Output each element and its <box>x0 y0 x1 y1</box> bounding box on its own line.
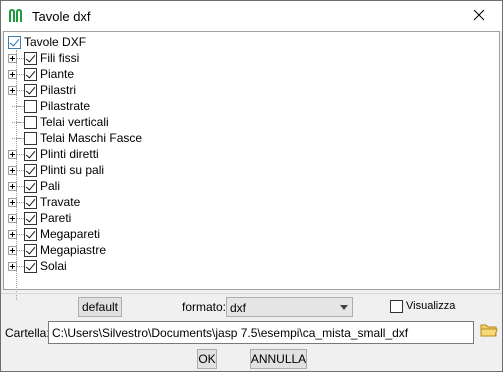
tree-connector <box>17 89 24 91</box>
tree-item-label: Pilastri <box>40 83 77 97</box>
expand-plus-icon[interactable] <box>8 53 17 63</box>
tree-item[interactable]: Fili fissi <box>8 50 79 66</box>
browse-folder-button[interactable] <box>478 321 500 343</box>
tree-item[interactable]: Pilastrate <box>8 98 90 114</box>
tree-item-checkbox[interactable] <box>24 179 37 193</box>
separator <box>1 293 502 294</box>
tree-connector <box>17 73 24 75</box>
tree-item-checkbox[interactable] <box>24 99 37 113</box>
cartella-path-input[interactable] <box>48 321 474 344</box>
tree-connector <box>17 153 24 155</box>
tree-leaf-connector <box>8 118 21 127</box>
default-button[interactable]: default <box>78 297 122 317</box>
tree-root-checkbox[interactable] <box>8 35 21 49</box>
title-bar: Tavole dxf <box>1 1 502 31</box>
tree-item-checkbox[interactable] <box>24 211 37 225</box>
expand-plus-icon[interactable] <box>8 261 17 271</box>
expand-plus-icon[interactable] <box>8 85 17 95</box>
tree-item-label: Solai <box>40 259 67 273</box>
tree-item-checkbox[interactable] <box>24 51 37 65</box>
tree-item-label: Piante <box>40 67 75 81</box>
tree-item[interactable]: Plinti diretti <box>8 146 99 162</box>
tree-item-checkbox[interactable] <box>24 227 37 241</box>
tree-item-label: Travate <box>40 195 81 209</box>
close-icon <box>473 9 485 24</box>
expand-plus-icon[interactable] <box>8 245 17 255</box>
tree-connector <box>17 233 24 235</box>
tree-item-label: Fili fissi <box>40 51 80 65</box>
annulla-button[interactable]: ANNULLA <box>250 349 307 369</box>
app-logo-icon <box>9 8 25 23</box>
tree-item-label: Pali <box>40 179 61 193</box>
tree-item-checkbox[interactable] <box>24 83 37 97</box>
expand-plus-icon[interactable] <box>8 197 17 207</box>
tree-item-label: Megapiastre <box>40 243 107 257</box>
format-label: formato: <box>182 300 227 314</box>
tree-connector <box>17 217 24 219</box>
tree-root[interactable]: Tavole DXF <box>8 34 86 50</box>
tree-item[interactable]: Travate <box>8 194 80 210</box>
dialog-window: Tavole dxf Tavole DXF Fili fissi Piante Pi… <box>0 0 503 372</box>
tree-item-checkbox[interactable] <box>24 243 37 257</box>
tree-item[interactable]: Piante <box>8 66 74 82</box>
tree-item-label: Pareti <box>40 211 72 225</box>
tree-item-checkbox[interactable] <box>24 67 37 81</box>
tree-root-label: Tavole DXF <box>24 35 87 49</box>
tree-item-checkbox[interactable] <box>24 163 37 177</box>
folder-icon <box>480 323 498 341</box>
tree-connector <box>17 265 24 267</box>
tree-item-checkbox[interactable] <box>24 131 37 145</box>
expand-plus-icon[interactable] <box>8 181 17 191</box>
tree-item[interactable]: Telai verticali <box>8 114 109 130</box>
tree-item[interactable]: Pali <box>8 178 60 194</box>
expand-plus-icon[interactable] <box>8 165 17 175</box>
tree-item-label: Pilastrate <box>40 99 91 113</box>
window-title: Tavole dxf <box>32 9 91 24</box>
tree-connector <box>17 185 24 187</box>
format-select-value: dxf <box>230 301 247 315</box>
tree-item[interactable]: Plinti su pali <box>8 162 104 178</box>
tree-item[interactable]: Megapiastre <box>8 242 106 258</box>
tree-item-label: Plinti su pali <box>40 163 105 177</box>
tree-item-checkbox[interactable] <box>24 259 37 273</box>
expand-plus-icon[interactable] <box>8 149 17 159</box>
tree-item-checkbox[interactable] <box>24 147 37 161</box>
tree-connector <box>17 249 24 251</box>
tree-item[interactable]: Pilastri <box>8 82 76 98</box>
chevron-down-icon[interactable] <box>335 298 352 316</box>
tree-connector <box>17 169 24 171</box>
tree-leaf-connector <box>8 102 21 111</box>
tree-item[interactable]: Megapareti <box>8 226 100 242</box>
expand-plus-icon[interactable] <box>8 213 17 223</box>
tree-item-checkbox[interactable] <box>24 195 37 209</box>
cartella-label: Cartella: <box>5 326 50 340</box>
tree-item[interactable]: Solai <box>8 258 67 274</box>
tree-item-label: Telai Maschi Fasce <box>40 131 143 145</box>
tree-leaf-connector <box>8 134 21 143</box>
tree-item[interactable]: Pareti <box>8 210 71 226</box>
expand-plus-icon[interactable] <box>8 69 17 79</box>
tree-item[interactable]: Telai Maschi Fasce <box>8 130 142 146</box>
visualizza-checkbox[interactable] <box>390 300 403 313</box>
tree-item-label: Telai verticali <box>40 115 109 129</box>
close-button[interactable] <box>456 1 502 31</box>
tree-connector <box>17 201 24 203</box>
tree-item-label: Megapareti <box>40 227 101 241</box>
format-select[interactable]: dxf <box>226 297 353 317</box>
tree-item-checkbox[interactable] <box>24 115 37 129</box>
expand-plus-icon[interactable] <box>8 229 17 239</box>
ok-button[interactable]: OK <box>197 349 217 369</box>
visualizza-label: Visualizza <box>406 300 456 312</box>
tree-connector <box>17 57 24 59</box>
tree-item-label: Plinti diretti <box>40 147 99 161</box>
tavole-tree[interactable]: Tavole DXF Fili fissi Piante Pilastri Pilas… <box>3 31 500 300</box>
